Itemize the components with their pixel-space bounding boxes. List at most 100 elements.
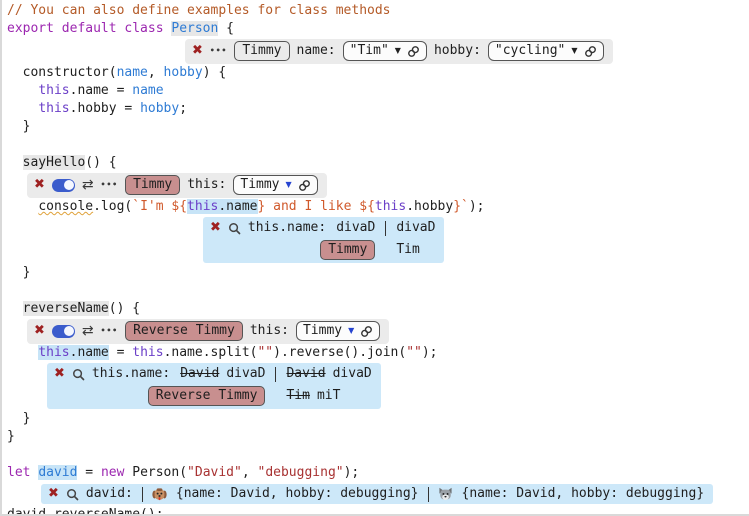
- close-icon[interactable]: ✖: [192, 42, 203, 60]
- link-icon[interactable]: [407, 45, 420, 58]
- punctuation: () {: [109, 301, 140, 316]
- method-name-anchor[interactable]: sayHello: [23, 155, 86, 170]
- blank-line[interactable]: [7, 446, 749, 464]
- code-line[interactable]: reverseName() {: [7, 300, 749, 318]
- probe-value: DaviddivaD: [286, 365, 371, 383]
- toggle-on-icon[interactable]: [52, 179, 75, 192]
- code-line[interactable]: export default class Person {: [7, 20, 749, 38]
- new-result: miT: [317, 388, 340, 403]
- code-text: =: [77, 465, 100, 480]
- keyword: new: [101, 465, 124, 480]
- sayhello-probe: ✖this.name: divaD divaD Timmy Tim: [203, 217, 444, 263]
- new-value: divaD: [226, 366, 265, 381]
- method-name-anchor[interactable]: reverseName: [23, 301, 109, 316]
- indent: [7, 345, 38, 360]
- close-icon[interactable]: ✖: [34, 176, 45, 194]
- code-line[interactable]: // You can also define examples for clas…: [7, 2, 749, 20]
- wolf-face-icon: [438, 487, 453, 502]
- example-name-badge[interactable]: Timmy: [320, 240, 375, 260]
- probe-head: ✖this.name:: [210, 219, 326, 237]
- probe-value: divaD: [396, 219, 435, 237]
- magnifier-icon[interactable]: [228, 222, 241, 235]
- punctuation: {: [218, 21, 234, 36]
- value-separator: [142, 487, 143, 502]
- code-text: .name =: [70, 83, 133, 98]
- new-value: divaD: [333, 366, 372, 381]
- magnifier-icon[interactable]: [72, 368, 85, 381]
- code-text: ).reverse().join(: [273, 345, 406, 360]
- close-icon[interactable]: ✖: [48, 485, 59, 503]
- dropdown-value: "cycling": [495, 42, 565, 60]
- class-name-anchor[interactable]: Person: [171, 21, 218, 36]
- probe-example-result: Tim: [396, 241, 419, 259]
- value-separator: [428, 487, 429, 502]
- more-options-icon[interactable]: •••: [210, 42, 227, 60]
- code-line[interactable]: this.name = name: [7, 82, 749, 100]
- code-line[interactable]: }: [7, 264, 749, 282]
- close-icon[interactable]: ✖: [34, 322, 45, 340]
- code-line[interactable]: this.name = this.name.split("").reverse(…: [7, 344, 749, 362]
- this-keyword: this: [187, 199, 218, 214]
- punctuation: ;: [179, 101, 187, 116]
- code-line[interactable]: }: [7, 428, 749, 446]
- magnifier-icon[interactable]: [66, 488, 79, 501]
- code-line[interactable]: }: [7, 410, 749, 428]
- string: "": [406, 345, 422, 360]
- code-line[interactable]: this.hobby = hobby;: [7, 100, 749, 118]
- link-icon[interactable]: [360, 325, 373, 338]
- param-name-dropdown[interactable]: "Tim" ▼: [343, 41, 427, 61]
- example-widget-panel: ✖ ⇄ ••• Reverse Timmy this: Timmy ▼: [27, 319, 389, 344]
- this-label: this:: [187, 176, 226, 194]
- chevron-down-icon: ▼: [395, 42, 401, 60]
- more-options-icon[interactable]: •••: [101, 322, 118, 340]
- link-icon[interactable]: [584, 45, 597, 58]
- example-name-badge[interactable]: Timmy: [125, 175, 180, 195]
- swap-arrows-icon[interactable]: ⇄: [82, 176, 94, 194]
- example-name-badge[interactable]: Reverse Timmy: [125, 321, 243, 341]
- probe-label: this.name:: [92, 365, 170, 383]
- swap-arrows-icon[interactable]: ⇄: [82, 322, 94, 340]
- close-icon[interactable]: ✖: [210, 219, 221, 237]
- console-identifier: console: [38, 199, 93, 214]
- blank-line[interactable]: [7, 282, 749, 300]
- this-keyword: this: [38, 101, 69, 116]
- code-line[interactable]: david.reverseName();: [7, 506, 749, 516]
- indent: [7, 301, 23, 316]
- code-line[interactable]: let david = new Person("David", "debuggi…: [7, 464, 749, 482]
- this-value-dropdown[interactable]: Timmy ▼: [233, 175, 317, 195]
- probe-anchor[interactable]: david: [38, 465, 77, 480]
- code-line[interactable]: console.log(`I'm ${this.name} and I like…: [7, 198, 749, 216]
- toggle-knob: [64, 180, 74, 190]
- property: .name: [218, 199, 257, 214]
- example-name-badge[interactable]: Reverse Timmy: [148, 386, 266, 406]
- example-widget-panel: ✖ ⇄ ••• Timmy this: Timmy ▼: [27, 173, 327, 198]
- string: "David": [187, 465, 242, 480]
- code-line[interactable]: }: [7, 118, 749, 136]
- code-text: }: [7, 429, 15, 444]
- probe-anchor[interactable]: this.name: [38, 345, 108, 360]
- close-icon[interactable]: ✖: [54, 365, 65, 383]
- probe-anchor[interactable]: this.name: [187, 199, 257, 214]
- object-value: {name: David, hobby: debugging}: [176, 485, 419, 503]
- blank-line[interactable]: [7, 136, 749, 154]
- link-icon[interactable]: [298, 179, 311, 192]
- variable: name: [132, 83, 163, 98]
- code-editor[interactable]: // You can also define examples for clas…: [0, 0, 749, 516]
- toggle-on-icon[interactable]: [52, 325, 75, 338]
- code-line[interactable]: sayHello() {: [7, 154, 749, 172]
- code-text: }: [7, 265, 30, 280]
- probe-row: ✖david: {name: David, hobby: debugging} …: [41, 482, 749, 506]
- example-name-badge[interactable]: Timmy: [234, 41, 289, 61]
- indent: [7, 199, 38, 214]
- punctuation: ,: [242, 465, 258, 480]
- toggle-knob: [64, 326, 74, 336]
- this-value-dropdown[interactable]: Timmy ▼: [296, 321, 380, 341]
- param-name-label: name:: [297, 42, 336, 60]
- more-options-icon[interactable]: •••: [101, 176, 118, 194]
- chevron-down-icon: ▼: [571, 42, 577, 60]
- code-text: }: [7, 411, 30, 426]
- code-line[interactable]: constructor(name, hobby) {: [7, 64, 749, 82]
- param-hobby-dropdown[interactable]: "cycling" ▼: [488, 41, 604, 61]
- template-expr-open: ${: [171, 199, 187, 214]
- code-text: Person(: [124, 465, 187, 480]
